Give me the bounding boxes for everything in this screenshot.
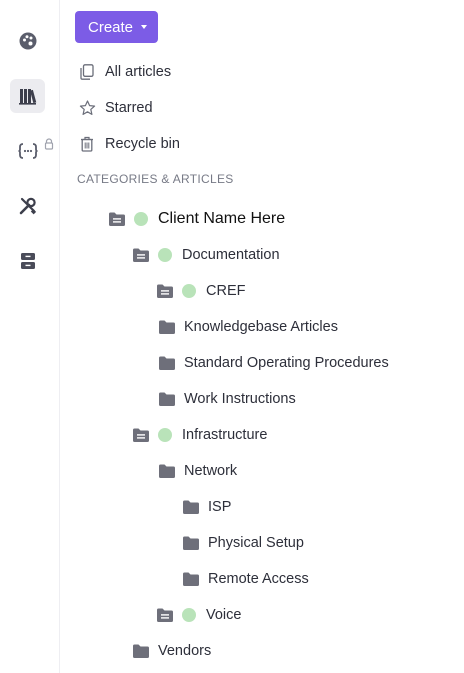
dashboard-button[interactable]: [10, 24, 45, 58]
tree-item[interactable]: Client Name Here: [108, 207, 285, 231]
tree-item-label: Infrastructure: [182, 427, 268, 443]
folder-open-icon: [109, 212, 125, 226]
tree-item-label: Knowledgebase Articles: [184, 319, 338, 335]
nav-starred[interactable]: Starred: [78, 96, 153, 120]
tree-item[interactable]: Vendors: [132, 639, 211, 663]
tree-item[interactable]: Knowledgebase Articles: [158, 315, 338, 339]
tree-item-label: CREF: [206, 283, 246, 299]
tree-item-label: Vendors: [158, 643, 212, 659]
tree-item[interactable]: CREF: [156, 279, 245, 303]
palette-icon: [19, 32, 36, 50]
status-dot: [158, 428, 172, 442]
documents-icon: [78, 63, 96, 81]
tree-item[interactable]: Network: [158, 459, 237, 483]
star-icon: [78, 99, 96, 117]
tree-item[interactable]: Physical Setup: [182, 531, 304, 555]
archive-icon: [20, 253, 35, 269]
tree-item-label: Voice: [206, 607, 242, 623]
nav-all-articles[interactable]: All articles: [78, 60, 171, 84]
storage-button[interactable]: [10, 244, 45, 278]
code-braces-icon: [17, 143, 38, 159]
nav-recycle-bin-label: Recycle bin: [105, 136, 180, 152]
tree-item-label: ISP: [208, 499, 232, 515]
status-dot: [134, 212, 148, 226]
library-button[interactable]: [10, 79, 45, 113]
nav-all-articles-label: All articles: [105, 64, 172, 80]
tree-item[interactable]: Standard Operating Procedures: [158, 351, 389, 375]
create-button-label: Create: [88, 18, 134, 36]
folder-icon: [159, 464, 175, 478]
status-dot: [158, 248, 172, 262]
tree-item[interactable]: Voice: [156, 603, 241, 627]
api-button[interactable]: [10, 134, 45, 168]
nav-recycle-bin[interactable]: Recycle bin: [78, 132, 180, 156]
folder-icon: [159, 392, 175, 406]
tree-item[interactable]: Remote Access: [182, 567, 309, 591]
tools-button[interactable]: [10, 189, 45, 223]
books-icon: [18, 89, 36, 105]
folder-icon: [183, 500, 199, 514]
create-button[interactable]: Create: [75, 11, 158, 43]
tree-item-label: Client Name Here: [158, 210, 286, 227]
tree-item-label: Remote Access: [208, 571, 309, 587]
folder-icon: [159, 356, 175, 370]
tree-item[interactable]: Work Instructions: [158, 387, 296, 411]
tree-item[interactable]: Documentation: [132, 243, 280, 267]
tree-item-label: Network: [184, 463, 238, 479]
tree-item-label: Documentation: [182, 247, 280, 263]
trash-icon: [78, 135, 96, 153]
status-dot: [182, 284, 196, 298]
icon-rail: [0, 0, 60, 673]
folder-open-icon: [133, 248, 149, 262]
folder-open-icon: [157, 284, 173, 298]
section-title: CATEGORIES & ARTICLES: [77, 172, 234, 186]
lock-icon: [44, 138, 54, 150]
folder-icon: [183, 536, 199, 550]
tree-item-label: Physical Setup: [208, 535, 304, 551]
tree-item-label: Work Instructions: [184, 391, 296, 407]
nav-starred-label: Starred: [105, 100, 153, 116]
folder-icon: [133, 644, 149, 658]
status-dot: [182, 608, 196, 622]
caret-down-icon: [141, 25, 148, 29]
folder-open-icon: [157, 608, 173, 622]
folder-icon: [183, 572, 199, 586]
folder-icon: [159, 320, 175, 334]
folder-open-icon: [133, 428, 149, 442]
tools-icon: [19, 197, 36, 215]
tree-item[interactable]: Infrastructure: [132, 423, 267, 447]
tree-item-label: Standard Operating Procedures: [184, 355, 389, 371]
tree-item[interactable]: ISP: [182, 495, 231, 519]
